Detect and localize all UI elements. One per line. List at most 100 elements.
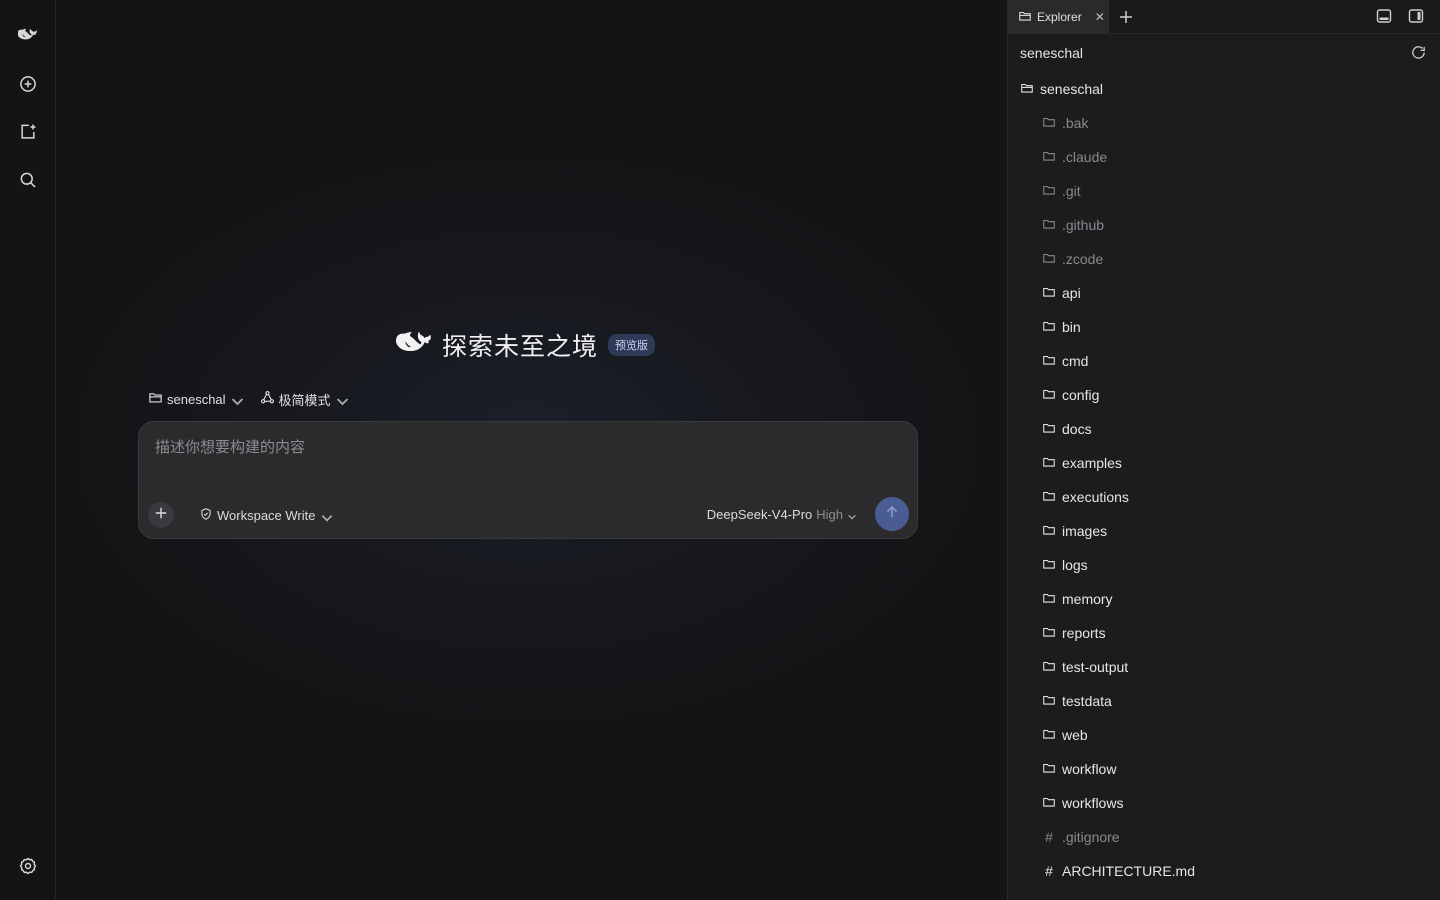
tree-item-label: .gitignore xyxy=(1062,829,1120,845)
folder-icon xyxy=(1042,421,1056,438)
tree-folder-item[interactable]: bin xyxy=(1008,310,1440,344)
model-label: DeepSeek-V4-Pro xyxy=(706,507,813,522)
tree-item-label: web xyxy=(1062,727,1088,743)
tree-item-label: api xyxy=(1062,285,1081,301)
folder-icon xyxy=(1042,353,1056,370)
mode-selector[interactable]: 极简模式 xyxy=(260,390,348,409)
folder-icon xyxy=(1042,217,1056,234)
tree-folder-item[interactable]: examples xyxy=(1008,446,1440,480)
permission-label: Workspace Write xyxy=(217,508,316,523)
tree-file-item[interactable]: # ARCHITECTURE.md xyxy=(1008,854,1440,888)
tree-folder-item[interactable]: web xyxy=(1008,718,1440,752)
tab-explorer[interactable]: Explorer ✕ xyxy=(1008,0,1109,34)
chevron-down-icon xyxy=(320,511,332,522)
folder-icon xyxy=(1042,693,1056,710)
folder-icon xyxy=(1042,285,1056,302)
close-icon[interactable]: ✕ xyxy=(1095,10,1105,24)
tab-label: Explorer xyxy=(1037,10,1082,24)
send-button[interactable] xyxy=(875,497,909,531)
arrow-up-icon xyxy=(884,504,900,525)
tree-item-label: testdata xyxy=(1062,693,1112,709)
plus-icon xyxy=(1116,11,1136,31)
settings-icon[interactable] xyxy=(12,850,44,882)
tree-folder-item[interactable]: .claude xyxy=(1008,140,1440,174)
tree-item-label: config xyxy=(1062,387,1100,403)
model-selector[interactable]: DeepSeek-V4-Pro High xyxy=(707,507,857,522)
composer-chips: seneschal 极简模式 xyxy=(148,388,348,410)
new-chat-icon[interactable] xyxy=(12,68,44,100)
tree-folder-item[interactable]: .bak xyxy=(1008,106,1440,140)
plus-icon xyxy=(154,506,168,525)
tree-folder-item[interactable]: memory xyxy=(1008,582,1440,616)
mode-selector-label: 极简模式 xyxy=(278,392,331,408)
folder-icon xyxy=(1042,795,1056,812)
folder-icon xyxy=(1042,455,1056,472)
tree-folder-item[interactable]: test-output xyxy=(1008,650,1440,684)
mode-icon xyxy=(260,390,275,408)
tree-folder-item[interactable]: workflows xyxy=(1008,786,1440,820)
workspace-header: seneschal xyxy=(1008,34,1440,72)
shield-check-icon xyxy=(199,507,213,524)
tree-folder-item[interactable]: workflow xyxy=(1008,752,1440,786)
tree-item-label: executions xyxy=(1062,489,1129,505)
main-area: 探索未至之境 预览版 seneschal 极简模式 描述你想要构建的内容 Wor… xyxy=(56,0,1007,900)
search-icon[interactable] xyxy=(12,164,44,196)
tree-folder-item[interactable]: reports xyxy=(1008,616,1440,650)
tree-item-label: docs xyxy=(1062,421,1092,437)
tree-root-folder[interactable]: seneschal xyxy=(1008,72,1440,106)
tree-item-label: .bak xyxy=(1062,115,1089,131)
tree-folder-item[interactable]: executions xyxy=(1008,480,1440,514)
folder-open-icon xyxy=(1020,81,1034,98)
toggle-bottom-panel-button[interactable] xyxy=(1376,8,1394,26)
add-tab-button[interactable] xyxy=(1116,7,1136,27)
panel-right-icon xyxy=(1408,9,1424,28)
folder-open-icon xyxy=(148,390,163,408)
tree-folder-item[interactable]: logs xyxy=(1008,548,1440,582)
refresh-icon[interactable] xyxy=(1410,44,1428,62)
tree-item-label: images xyxy=(1062,523,1108,539)
folder-icon xyxy=(1042,557,1056,574)
whale-logo-icon xyxy=(395,330,434,360)
folder-icon xyxy=(1042,523,1056,540)
folder-icon xyxy=(1042,115,1056,132)
chevron-down-icon xyxy=(335,394,348,406)
explorer-panel: Explorer ✕ seneschal seneschal .bak .cla… xyxy=(1007,0,1440,900)
folder-selector-label: seneschal xyxy=(167,391,226,407)
tree-file-item[interactable]: # .gitignore xyxy=(1008,820,1440,854)
tree-folder-item[interactable]: api xyxy=(1008,276,1440,310)
tree-item-label: .git xyxy=(1062,183,1081,199)
folder-icon xyxy=(1042,183,1056,200)
hash-file-icon: # xyxy=(1045,863,1053,879)
permission-selector[interactable]: Workspace Write xyxy=(199,507,332,524)
tree-folder-item[interactable]: cmd xyxy=(1008,344,1440,378)
folder-icon xyxy=(1042,251,1056,268)
tree-item-label: .github xyxy=(1062,217,1105,233)
tree-item-label: reports xyxy=(1062,625,1106,641)
tree-folder-item[interactable]: .zcode xyxy=(1008,242,1440,276)
composer: Workspace Write DeepSeek-V4-Pro High xyxy=(138,421,918,539)
tree-item-label: bin xyxy=(1062,319,1081,335)
folder-icon xyxy=(1042,761,1056,778)
file-tree: seneschal .bak .claude .git .github .zcode ap… xyxy=(1008,72,1440,888)
tree-item-label: cmd xyxy=(1062,353,1089,369)
prompt-input[interactable] xyxy=(155,436,895,476)
tree-item-label: logs xyxy=(1062,557,1088,573)
preview-badge: 预览版 xyxy=(608,334,656,356)
tree-folder-item[interactable]: config xyxy=(1008,378,1440,412)
tree-folder-item[interactable]: testdata xyxy=(1008,684,1440,718)
new-project-icon[interactable] xyxy=(12,116,44,148)
tree-item-label: seneschal xyxy=(1040,81,1104,97)
folder-icon xyxy=(1042,319,1056,336)
folder-icon xyxy=(1042,727,1056,744)
tree-item-label: ARCHITECTURE.md xyxy=(1062,863,1196,879)
folder-selector[interactable]: seneschal xyxy=(148,390,243,408)
toggle-side-panel-button[interactable] xyxy=(1408,8,1426,26)
tree-folder-item[interactable]: images xyxy=(1008,514,1440,548)
app-logo-icon[interactable] xyxy=(12,20,44,52)
tree-folder-item[interactable]: .git xyxy=(1008,174,1440,208)
tree-folder-item[interactable]: docs xyxy=(1008,412,1440,446)
tree-folder-item[interactable]: .github xyxy=(1008,208,1440,242)
effort-label: High xyxy=(816,507,843,522)
chevron-down-icon xyxy=(847,510,857,520)
attach-button[interactable] xyxy=(148,502,174,528)
